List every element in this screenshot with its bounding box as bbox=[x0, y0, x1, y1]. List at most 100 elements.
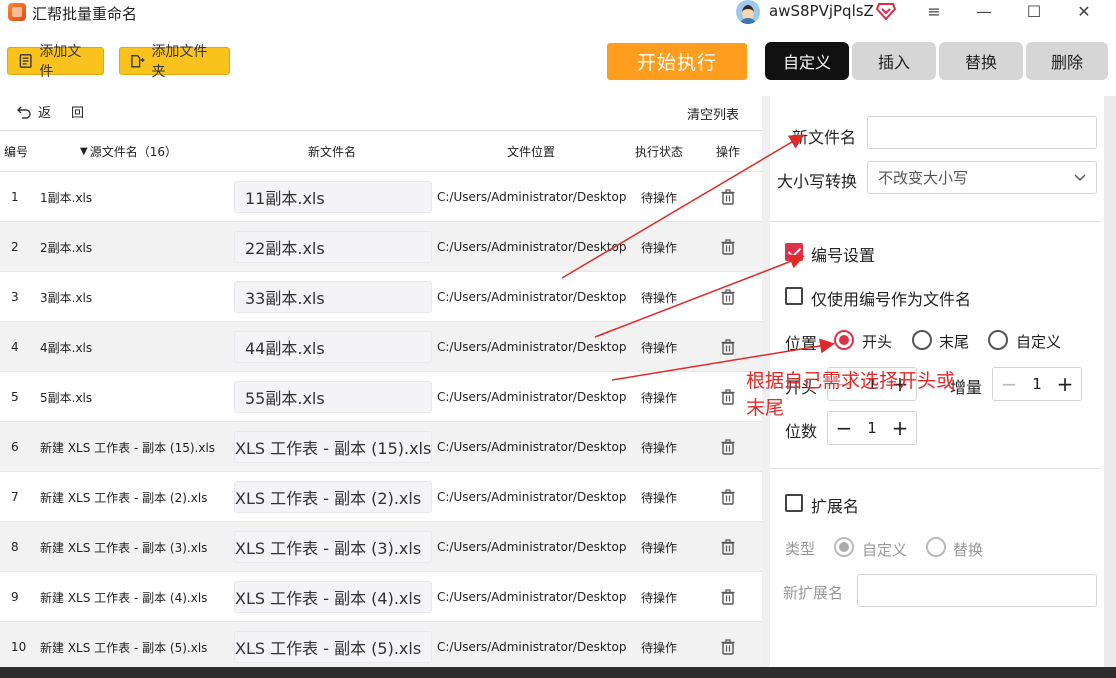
table-row[interactable]: 2 2副本.xls 22副本.xls C:/Users/Administrator/D… bbox=[0, 221, 762, 271]
trash-icon[interactable] bbox=[720, 539, 736, 555]
row-index: 7 bbox=[11, 490, 19, 504]
position-start-radio[interactable] bbox=[834, 330, 854, 350]
row-new-name-field[interactable]: XLS 工作表 - 副本 (3).xls bbox=[234, 531, 432, 563]
row-new-name: 55副本.xls bbox=[245, 389, 325, 408]
extension-checkbox[interactable] bbox=[785, 494, 803, 512]
row-location: C:/Users/Administrator/Desktop/ bbox=[437, 390, 626, 404]
row-new-name-field[interactable]: 44副本.xls bbox=[234, 331, 432, 363]
table-row[interactable]: 8 新建 XLS 工作表 - 副本 (3).xls XLS 工作表 - 副本 (3)… bbox=[0, 521, 762, 571]
avatar[interactable] bbox=[736, 0, 760, 24]
row-new-name-field[interactable]: 55副本.xls bbox=[234, 381, 432, 413]
table-row[interactable]: 3 3副本.xls 33副本.xls C:/Users/Administrator/D… bbox=[0, 271, 762, 321]
only-number-label: 仅使用编号作为文件名 bbox=[811, 290, 972, 309]
chevron-down-icon bbox=[1074, 174, 1086, 182]
position-custom-radio[interactable] bbox=[988, 330, 1008, 350]
increment-value: 1 bbox=[1032, 375, 1042, 393]
row-status: 待操作 bbox=[641, 540, 678, 555]
row-new-name: 44副本.xls bbox=[245, 339, 325, 358]
row-new-name-field[interactable]: XLS 工作表 - 副本 (5).xls bbox=[234, 631, 432, 663]
new-name-label: 新文件名 bbox=[792, 128, 857, 147]
header-index: 编号 bbox=[4, 145, 29, 159]
divider bbox=[770, 221, 1100, 222]
table-row[interactable]: 7 新建 XLS 工作表 - 副本 (2).xls XLS 工作表 - 副本 (2)… bbox=[0, 471, 762, 521]
new-ext-input[interactable] bbox=[857, 574, 1097, 607]
extension-label: 扩展名 bbox=[811, 497, 860, 516]
tab-insert[interactable]: 插入 bbox=[852, 42, 936, 80]
row-new-name-field[interactable]: 22副本.xls bbox=[234, 231, 432, 263]
header-action: 操作 bbox=[716, 145, 741, 159]
row-new-name: XLS 工作表 - 副本 (3).xls bbox=[235, 539, 422, 558]
row-location: C:/Users/Administrator/Desktop/ bbox=[437, 340, 626, 354]
only-number-checkbox[interactable] bbox=[785, 287, 803, 305]
trash-icon[interactable] bbox=[720, 639, 736, 655]
maximize-icon[interactable]: ☐ bbox=[1020, 0, 1048, 22]
row-index: 8 bbox=[11, 540, 19, 554]
table-row[interactable]: 4 4副本.xls 44副本.xls C:/Users/Administrator/D… bbox=[0, 321, 762, 371]
trash-icon[interactable] bbox=[720, 289, 736, 305]
close-icon[interactable]: ✕ bbox=[1070, 0, 1098, 22]
row-status: 待操作 bbox=[641, 590, 678, 605]
add-files-button[interactable]: 添加文件 bbox=[7, 44, 104, 80]
header-source[interactable]: ▼ 源文件名（16） bbox=[80, 143, 177, 160]
taskbar-strip bbox=[0, 667, 1116, 678]
row-new-name-field[interactable]: 33副本.xls bbox=[234, 281, 432, 313]
row-index: 2 bbox=[11, 240, 19, 254]
trash-icon[interactable] bbox=[720, 489, 736, 505]
row-new-name-field[interactable]: XLS 工作表 - 副本 (15).xls bbox=[234, 431, 432, 463]
menu-icon[interactable]: ≡ bbox=[920, 0, 948, 22]
annotation-text: 根据自己需求选择开头或末尾 bbox=[746, 370, 956, 419]
position-end-radio[interactable] bbox=[912, 330, 932, 350]
row-status: 待操作 bbox=[641, 240, 678, 255]
app-title: 汇帮批量重命名 bbox=[32, 5, 138, 23]
increment-plus-button[interactable]: + bbox=[1055, 372, 1075, 396]
vip-diamond-icon[interactable] bbox=[876, 2, 896, 20]
tab-custom[interactable]: 自定义 bbox=[765, 42, 849, 80]
ext-type-replace-label: 替换 bbox=[953, 541, 984, 559]
header-source-label: 源文件名（16） bbox=[89, 145, 177, 159]
row-source-name: 4副本.xls bbox=[40, 340, 93, 355]
row-status: 待操作 bbox=[641, 340, 678, 355]
minimize-icon[interactable]: — bbox=[970, 0, 998, 22]
trash-icon[interactable] bbox=[720, 339, 736, 355]
increment-stepper[interactable]: − 1 + bbox=[992, 367, 1082, 401]
trash-icon[interactable] bbox=[720, 389, 736, 405]
tab-replace[interactable]: 替换 bbox=[939, 42, 1023, 80]
clear-list-button[interactable]: 清空列表 bbox=[687, 104, 739, 123]
divider bbox=[770, 468, 1100, 469]
row-index: 9 bbox=[11, 590, 19, 604]
row-source-name: 新建 XLS 工作表 - 副本 (4).xls bbox=[40, 590, 208, 605]
row-source-name: 2副本.xls bbox=[40, 240, 93, 255]
increment-minus-button[interactable]: − bbox=[999, 372, 1019, 396]
start-button[interactable]: 开始执行 bbox=[607, 43, 747, 80]
case-select[interactable]: 不改变大小写 bbox=[867, 161, 1097, 194]
numbering-checkbox[interactable] bbox=[785, 243, 803, 261]
trash-icon[interactable] bbox=[720, 189, 736, 205]
trash-icon[interactable] bbox=[720, 589, 736, 605]
table-row[interactable]: 1 1副本.xls 11副本.xls C:/Users/Administrator/D… bbox=[0, 171, 762, 221]
row-new-name-field[interactable]: 11副本.xls bbox=[234, 181, 432, 213]
table-row[interactable]: 6 新建 XLS 工作表 - 副本 (15).xls XLS 工作表 - 副本 (1… bbox=[0, 421, 762, 471]
row-new-name: XLS 工作表 - 副本 (2).xls bbox=[235, 489, 422, 508]
title-bar: 汇帮批量重命名 awS8PVjPqlsZ ≡ — ☐ ✕ bbox=[0, 0, 1116, 24]
row-new-name-field[interactable]: XLS 工作表 - 副本 (4).xls bbox=[234, 581, 432, 613]
username[interactable]: awS8PVjPqlsZ bbox=[769, 2, 874, 20]
table-row[interactable]: 10 新建 XLS 工作表 - 副本 (5).xls XLS 工作表 - 副本 (5… bbox=[0, 621, 762, 671]
row-status: 待操作 bbox=[641, 290, 678, 305]
header-status: 执行状态 bbox=[635, 145, 684, 159]
add-folder-button[interactable]: 添加文件夹 bbox=[119, 44, 230, 80]
ext-type-replace-radio[interactable] bbox=[926, 537, 946, 557]
new-name-input[interactable] bbox=[867, 116, 1097, 149]
row-location: C:/Users/Administrator/Desktop/ bbox=[437, 590, 626, 604]
row-location: C:/Users/Administrator/Desktop/ bbox=[437, 440, 626, 454]
row-location: C:/Users/Administrator/Desktop/ bbox=[437, 490, 626, 504]
table-row[interactable]: 9 新建 XLS 工作表 - 副本 (4).xls XLS 工作表 - 副本 (4)… bbox=[0, 571, 762, 621]
tab-delete[interactable]: 删除 bbox=[1026, 42, 1108, 80]
back-arrow-icon bbox=[17, 106, 31, 119]
ext-type-custom-radio[interactable] bbox=[834, 537, 854, 557]
trash-icon[interactable] bbox=[720, 439, 736, 455]
trash-icon[interactable] bbox=[720, 239, 736, 255]
row-new-name: 22副本.xls bbox=[245, 239, 325, 258]
row-new-name-field[interactable]: XLS 工作表 - 副本 (2).xls bbox=[234, 481, 432, 513]
back-button[interactable]: 返 回 bbox=[16, 102, 84, 121]
table-row[interactable]: 5 5副本.xls 55副本.xls C:/Users/Administrator/D… bbox=[0, 371, 762, 421]
